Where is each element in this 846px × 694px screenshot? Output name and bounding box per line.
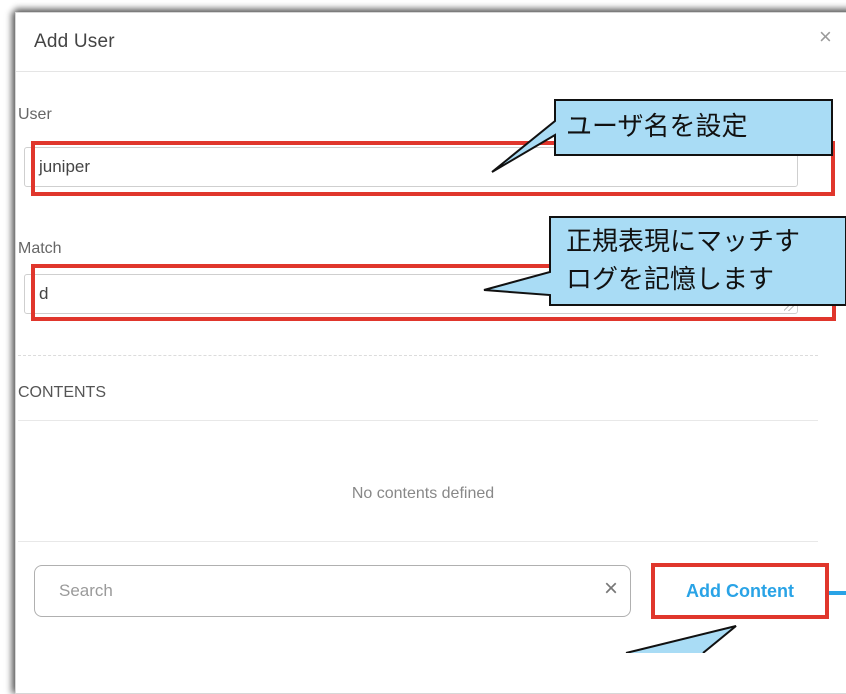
callout-match-text-line2: ログを記憶します — [566, 265, 775, 295]
callout-match-text-line1: 正規表現にマッチす — [566, 227, 801, 257]
annotation-overlay — [483, 99, 846, 653]
callout-user-text: ユーザ名を設定 — [566, 112, 748, 142]
callout-bottom-tail — [625, 625, 737, 653]
